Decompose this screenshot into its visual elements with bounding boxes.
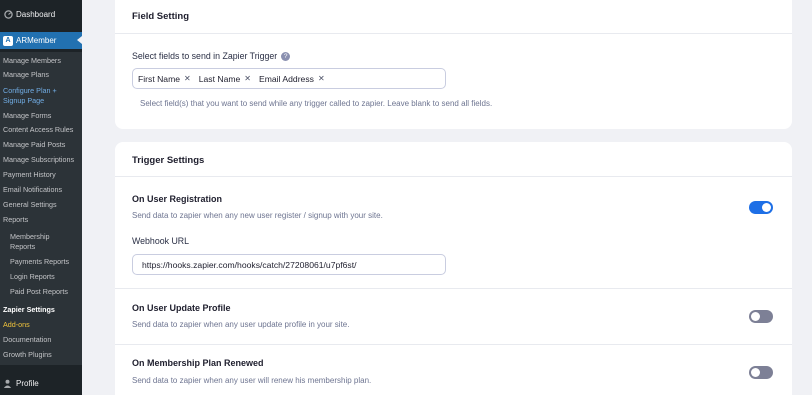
registration-toggle[interactable]: [749, 201, 773, 214]
sidebar-subitem[interactable]: Content Access Rules: [0, 125, 82, 135]
armember-logo-icon: A: [3, 35, 13, 46]
remove-tag-icon[interactable]: ✕: [244, 74, 251, 83]
tag-label: First Name: [138, 73, 181, 84]
divider: [115, 288, 792, 289]
dashboard-icon: [3, 9, 13, 19]
sidebar-subitem[interactable]: Email Notifications: [0, 185, 82, 195]
tag-label: Last Name: [198, 73, 241, 84]
trigger-registration-title: On User Registration: [132, 194, 223, 204]
sidebar-subitem[interactable]: Documentation: [0, 335, 82, 345]
sidebar-subitem[interactable]: Reports: [0, 242, 82, 252]
fields-multiselect[interactable]: First Name ✕ Last Name ✕ Email Address ✕: [132, 68, 446, 89]
webhook-url-input[interactable]: https://hooks.zapier.com/hooks/catch/272…: [132, 254, 446, 275]
trigger-update-profile-desc: Send data to zapier when any user update…: [132, 320, 350, 329]
divider: [115, 176, 792, 177]
sidebar-subitem[interactable]: Payment History: [0, 170, 82, 180]
webhook-url-label: Webhook URL: [132, 236, 190, 246]
sidebar-item-dashboard[interactable]: Dashboard: [0, 0, 82, 28]
tag-email-address: Email Address ✕: [259, 74, 325, 84]
remove-tag-icon[interactable]: ✕: [318, 74, 325, 83]
select-fields-label: Select fields to send in Zapier Trigger?: [132, 51, 291, 62]
sidebar-subitem[interactable]: Reports: [0, 215, 82, 225]
sidebar-subitem[interactable]: Manage Plans: [0, 70, 82, 80]
toggle-knob: [751, 312, 760, 321]
card-title: Field Setting: [132, 11, 189, 22]
user-icon: [3, 379, 12, 388]
armember-submenu: Manage Members Manage Plans Configure Plan…: [0, 52, 82, 365]
sidebar-subitem[interactable]: Manage Paid Posts: [0, 140, 82, 150]
divider: [115, 344, 792, 345]
main-content: Field Setting Select fields to send in Z…: [82, 0, 812, 395]
trigger-plan-renewed-desc: Send data to zapier when any user will r…: [132, 376, 372, 385]
trigger-registration-desc: Send data to zapier when any new user re…: [132, 211, 383, 220]
sidebar-subitem[interactable]: Zapier Settings: [0, 305, 82, 315]
sidebar-subitem[interactable]: Manage Forms: [0, 111, 82, 121]
divider: [115, 33, 792, 34]
sidebar-item-label: Dashboard: [16, 9, 56, 19]
tag-first-name: First Name ✕: [138, 74, 191, 84]
sidebar-item-label: Profile: [16, 379, 39, 388]
sidebar-subitem[interactable]: Manage Subscriptions: [0, 155, 82, 165]
help-icon[interactable]: ?: [281, 52, 291, 62]
plan-renewed-toggle[interactable]: [749, 366, 773, 379]
card-title: Trigger Settings: [132, 155, 205, 166]
sidebar-subitem[interactable]: Signup Page: [0, 96, 82, 106]
toggle-knob: [751, 368, 760, 377]
tag-label: Email Address: [259, 73, 314, 84]
sidebar-subitem[interactable]: General Settings: [0, 200, 82, 210]
fields-help-text: Select field(s) that you want to send wh…: [140, 99, 493, 108]
sidebar-item-label: ARMember: [16, 36, 57, 45]
sidebar-item-profile[interactable]: Profile: [0, 372, 82, 395]
sidebar-subitem[interactable]: Membership: [0, 232, 82, 242]
admin-sidebar: Dashboard A ARMember Manage Members Manag…: [0, 0, 82, 395]
toggle-knob: [762, 203, 771, 212]
tag-last-name: Last Name ✕: [199, 74, 251, 84]
sidebar-subitem[interactable]: Manage Members: [0, 56, 82, 66]
trigger-update-profile-title: On User Update Profile: [132, 303, 231, 313]
sidebar-subitem[interactable]: Login Reports: [0, 272, 82, 282]
update-profile-toggle[interactable]: [749, 310, 773, 323]
trigger-settings-card: Trigger Settings On User Registration Se…: [115, 142, 792, 395]
sidebar-subitem[interactable]: Growth Plugins: [0, 350, 82, 360]
sidebar-subitem[interactable]: Paid Post Reports: [0, 287, 82, 297]
remove-tag-icon[interactable]: ✕: [184, 74, 191, 83]
trigger-plan-renewed-title: On Membership Plan Renewed: [132, 358, 264, 368]
sidebar-subitem[interactable]: Add-ons: [0, 320, 82, 330]
sidebar-subitem[interactable]: Payments Reports: [0, 257, 82, 267]
field-setting-card: Field Setting Select fields to send in Z…: [115, 0, 792, 129]
sidebar-subitem[interactable]: Configure Plan +: [0, 86, 82, 96]
sidebar-item-armember[interactable]: A ARMember: [0, 32, 82, 49]
select-fields-label-text: Select fields to send in Zapier Trigger: [132, 51, 278, 61]
